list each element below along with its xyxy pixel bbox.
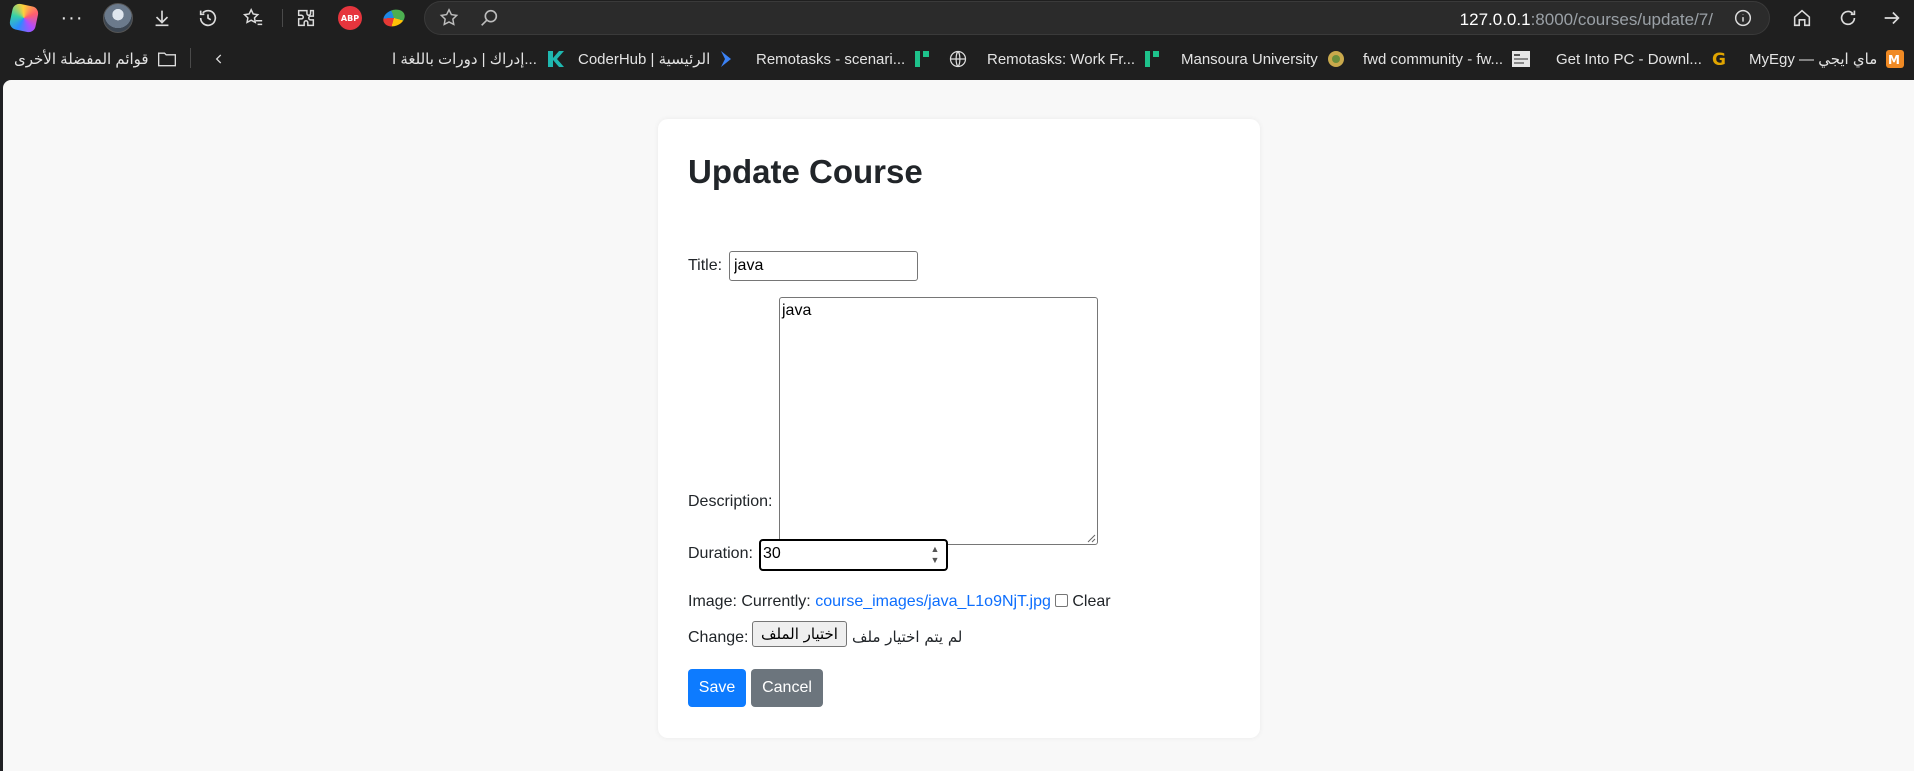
bookmarks-divider: [190, 48, 191, 68]
favorites-icon[interactable]: [239, 4, 267, 32]
duration-input[interactable]: 30 ▲ ▼: [759, 539, 948, 571]
copilot-icon[interactable]: [8, 2, 40, 34]
page-title: Update Course: [688, 153, 923, 190]
downloads-icon[interactable]: [148, 4, 176, 32]
clear-label[interactable]: Clear: [1072, 593, 1110, 610]
chevron-left-icon: [215, 54, 222, 64]
title-input[interactable]: [729, 251, 918, 281]
refresh-icon[interactable]: [1834, 4, 1862, 32]
coderhub-icon: [721, 51, 732, 67]
other-favorites[interactable]: قوائم المفضلة الأخرى: [14, 48, 177, 70]
more-options-icon[interactable]: ···: [58, 4, 86, 32]
bookmark-item[interactable]: CoderHub | الرئيسية: [578, 48, 736, 70]
description-wrapper: java: [779, 297, 1098, 545]
image-label: Image:: [688, 593, 737, 610]
bookmark-label: Remotasks - scenari...: [756, 50, 906, 68]
bookmark-item[interactable]: Remotasks - scenari...: [756, 48, 933, 70]
change-label: Change:: [688, 629, 749, 646]
title-label: Title:: [688, 257, 723, 274]
site-info-icon[interactable]: [1729, 4, 1757, 32]
adblock-plus-icon[interactable]: ABP: [336, 4, 364, 32]
bookmark-item[interactable]: MyEgy — ماي ايجي M: [1749, 48, 1905, 70]
currently-label: Currently:: [741, 593, 811, 610]
add-favorite-icon[interactable]: [435, 4, 463, 32]
bookmark-label: MyEgy — ماي ايجي: [1749, 51, 1878, 68]
getintopc-icon: G: [1712, 50, 1726, 69]
myegy-icon: M: [1886, 50, 1905, 68]
globe-icon: [949, 50, 967, 68]
address-bar[interactable]: 127.0.0.1:8000/courses/update/7/: [424, 1, 1770, 35]
idraak-icon: [547, 51, 564, 67]
forward-icon[interactable]: [1878, 4, 1906, 32]
profile-avatar[interactable]: [103, 3, 133, 33]
extensions-icon[interactable]: [292, 4, 320, 32]
extension-icon[interactable]: [380, 4, 408, 32]
resize-handle-icon[interactable]: [1086, 533, 1096, 543]
clear-checkbox[interactable]: [1054, 594, 1068, 607]
bookmark-item[interactable]: Mansoura University: [1181, 48, 1346, 70]
search-icon[interactable]: [475, 4, 503, 32]
bookmark-item[interactable]: fwd community - fw...: [1363, 48, 1531, 70]
folder-icon: [157, 52, 176, 67]
number-spinner-icon[interactable]: ▲ ▼: [930, 544, 940, 566]
duration-value: 30: [763, 545, 781, 562]
toolbar-divider: [282, 9, 283, 27]
fwd-icon: [1512, 51, 1531, 67]
bookmark-item[interactable]: [948, 48, 968, 70]
bookmark-label: Remotasks: Work Fr...: [987, 50, 1136, 68]
bookmark-item[interactable]: إدراك | دورات باللغة ا...: [392, 48, 565, 70]
browser-toolbar: ··· ABP 127.0.0.1:8000/courses/update/7/: [0, 0, 1914, 36]
bookmark-label: fwd community - fw...: [1363, 50, 1504, 68]
duration-label: Duration:: [688, 545, 753, 562]
remotasks-icon: [1145, 51, 1160, 67]
remotasks-icon: [915, 51, 930, 67]
svg-text:G: G: [1712, 50, 1726, 69]
svg-text:M: M: [1888, 53, 1900, 67]
page-viewport: Update Course Title: Description: java D…: [3, 80, 1914, 771]
url-text[interactable]: 127.0.0.1:8000/courses/update/7/: [1460, 10, 1713, 30]
description-label: Description:: [688, 493, 773, 510]
save-button[interactable]: Save: [688, 669, 746, 707]
image-row: Image: Currently: course_images/java_L1o…: [688, 593, 1111, 611]
description-textarea[interactable]: java: [779, 297, 1098, 545]
cancel-button[interactable]: Cancel: [751, 669, 823, 707]
bookmarks-bar: قوائم المفضلة الأخرى إدراك | دورات باللغ…: [0, 36, 1914, 80]
bookmark-label: إدراك | دورات باللغة ا...: [392, 51, 537, 68]
home-icon[interactable]: [1788, 4, 1816, 32]
bookmark-label: CoderHub | الرئيسية: [578, 51, 711, 68]
choose-file-button[interactable]: اختيار الملف: [752, 621, 847, 647]
no-file-chosen-text: لم يتم اختيار ملف: [852, 628, 963, 646]
mansoura-university-icon: [1327, 51, 1344, 67]
history-icon[interactable]: [194, 4, 222, 32]
other-favorites-label: قوائم المفضلة الأخرى: [14, 51, 149, 68]
current-image-link[interactable]: course_images/java_L1o9NjT.jpg: [815, 593, 1051, 610]
update-course-card: Update Course Title: Description: java D…: [658, 119, 1260, 738]
bookmarks-scroll-left[interactable]: [212, 48, 226, 70]
bookmark-label: Mansoura University: [1181, 50, 1318, 68]
bookmark-item[interactable]: Remotasks: Work Fr...: [987, 48, 1163, 70]
bookmark-label: Get Into PC - Downl...: [1556, 50, 1702, 68]
bookmark-item[interactable]: Get Into PC - Downl... G: [1556, 48, 1730, 70]
